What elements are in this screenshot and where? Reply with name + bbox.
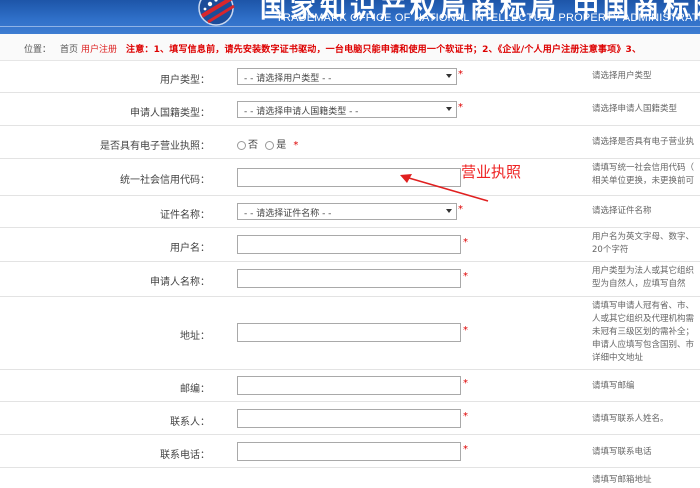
row-phone: 联系电话： * 请填写联系电话 — [0, 435, 700, 468]
user-type-label: 用户类型： — [160, 75, 210, 86]
e-license-label: 是否具有电子营业执照： — [100, 141, 210, 152]
registration-form: 用户类型： - - 请选择用户类型 - - * 请选择用户类型 申请人国籍类型：… — [0, 60, 700, 488]
required-mark: * — [463, 378, 468, 389]
row-contact: 联系人： * 请填写联系人姓名。 — [0, 402, 700, 435]
credit-code-hint: 请填写统一社会信用代码（ 相关单位更换，未更换前可 — [592, 163, 695, 186]
row-credit-code: 统一社会信用代码： 请填写统一社会信用代码（ 相关单位更换，未更换前可 — [0, 159, 700, 196]
partial-hint: 请填写邮箱地址 — [592, 475, 652, 485]
nationality-hint: 请选择申请人国籍类型 — [592, 104, 678, 114]
credit-code-label: 统一社会信用代码： — [120, 175, 210, 186]
phone-hint: 请填写联系电话 — [592, 447, 652, 457]
required-mark: * — [463, 237, 468, 248]
applicant-name-label: 申请人名称： — [150, 277, 210, 288]
user-type-hint: 请选择用户类型 — [592, 71, 652, 81]
username-input[interactable] — [237, 235, 461, 254]
contact-label: 联系人： — [170, 417, 210, 428]
breadcrumb-home-link[interactable]: 首页 — [60, 42, 78, 55]
contact-hint: 请填写联系人姓名。 — [592, 414, 669, 424]
radio-no-label: 否 — [248, 140, 258, 151]
applicant-name-input[interactable] — [237, 269, 461, 288]
username-label: 用户名： — [170, 243, 210, 254]
breadcrumb-current: 用户注册 — [81, 45, 118, 55]
user-type-select[interactable]: - - 请选择用户类型 - - — [237, 68, 457, 85]
header-banner: 国家知识产权局商标局 中国商标网 TRADEMARK OFFICE OF NAT… — [0, 0, 700, 34]
applicant-name-hint: 用户类型为法人或其它组织 型为自然人，应填写自然 — [592, 266, 695, 289]
annotation-label: 营业执照 — [461, 163, 522, 181]
row-address: 地址： * 请填写申请人冠有省、市、 人或其它组织及代理机构需 未冠有三级区划的… — [0, 297, 700, 370]
postcode-hint: 请填写邮编 — [592, 381, 635, 391]
address-label: 地址： — [180, 331, 210, 342]
address-input[interactable] — [237, 323, 461, 342]
postcode-input[interactable] — [237, 376, 461, 395]
postcode-label: 邮编： — [180, 384, 210, 395]
required-mark: * — [463, 411, 468, 422]
row-id-type: 证件名称： - - 请选择证件名称 - - * 请选择证件名称 — [0, 196, 700, 228]
phone-label: 联系电话： — [160, 450, 210, 461]
radio-yes-label: 是 — [276, 140, 287, 151]
required-mark: * — [458, 69, 463, 80]
username-hint: 用户名为英文字母、数字、 20个字符 — [592, 232, 695, 255]
row-user-type: 用户类型： - - 请选择用户类型 - - * 请选择用户类型 — [0, 60, 700, 93]
address-hint: 请填写申请人冠有省、市、 人或其它组织及代理机构需 未冠有三级区划的需补全； 申… — [592, 301, 695, 363]
radio-no[interactable] — [237, 140, 246, 150]
row-postcode: 邮编： * 请填写邮编 — [0, 370, 700, 402]
nationality-select[interactable]: - - 请选择申请人国籍类型 - - — [237, 101, 457, 118]
chevron-down-icon — [446, 107, 452, 111]
breadcrumb-label: 位置： — [24, 45, 52, 55]
notice-bar: 位置： 首页 用户注册 注意：1、填写信息前，请先安装数字证书驱动，一台电脑只能… — [0, 34, 700, 61]
chevron-down-icon — [446, 74, 452, 78]
phone-input[interactable] — [237, 442, 461, 461]
id-type-label: 证件名称： — [160, 210, 210, 221]
required-mark: * — [463, 271, 468, 282]
row-nationality: 申请人国籍类型： - - 请选择申请人国籍类型 - - * 请选择申请人国籍类型 — [0, 93, 700, 126]
row-applicant-name: 申请人名称： * 用户类型为法人或其它组织 型为自然人，应填写自然 — [0, 262, 700, 297]
required-mark: * — [463, 325, 468, 336]
required-mark: * — [458, 102, 463, 113]
nationality-label: 申请人国籍类型： — [130, 108, 210, 119]
header-divider — [0, 26, 700, 27]
registration-notice: 注意：1、填写信息前，请先安装数字证书驱动，一台电脑只能申请和使用一个软证书；2… — [126, 45, 642, 55]
e-license-hint: 请选择是否具有电子营业执 — [592, 137, 695, 147]
row-username: 用户名： * 用户名为英文字母、数字、 20个字符 — [0, 228, 700, 262]
required-mark: * — [293, 140, 299, 151]
site-title-en: TRADEMARK OFFICE OF NATIONAL INTELLECTUA… — [276, 12, 700, 24]
id-type-hint: 请选择证件名称 — [592, 206, 652, 216]
required-mark: * — [463, 444, 468, 455]
contact-input[interactable] — [237, 409, 461, 428]
e-license-radio-group: 否 是 * — [237, 136, 298, 151]
row-e-license: 是否具有电子营业执照： 否 是 * 请选择是否具有电子营业执 — [0, 126, 700, 159]
radio-yes[interactable] — [265, 140, 275, 150]
chevron-down-icon — [446, 209, 452, 213]
row-partial: 请填写邮箱地址 — [0, 468, 700, 488]
